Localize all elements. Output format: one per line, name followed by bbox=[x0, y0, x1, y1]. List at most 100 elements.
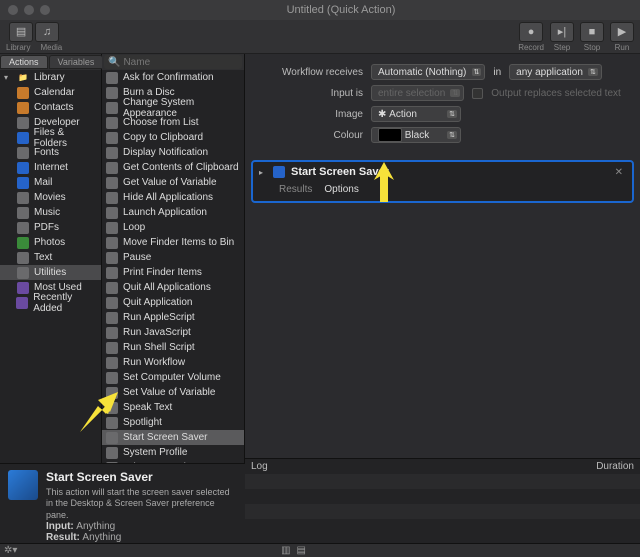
sidebar-item-movies[interactable]: Movies bbox=[0, 190, 101, 205]
action-item[interactable]: Change System Appearance bbox=[102, 100, 244, 115]
workflow-receives-select[interactable]: Automatic (Nothing) bbox=[371, 64, 485, 80]
action-item[interactable]: Ask for Confirmation bbox=[102, 70, 244, 85]
view-log-icon[interactable]: ▤ bbox=[297, 545, 306, 556]
sidebar-item-pdfs[interactable]: PDFs bbox=[0, 220, 101, 235]
media-button[interactable]: ♫ bbox=[35, 22, 59, 42]
action-item[interactable]: Launch Application bbox=[102, 205, 244, 220]
sidebar-item-internet[interactable]: Internet bbox=[0, 160, 101, 175]
close-icon[interactable] bbox=[8, 5, 18, 15]
action-item[interactable]: Set Value of Variable bbox=[102, 385, 244, 400]
sidebar-item-music[interactable]: Music bbox=[0, 205, 101, 220]
sidebar-item-library[interactable]: ▾ 📁 Library bbox=[0, 70, 101, 85]
action-icon bbox=[106, 372, 118, 384]
output-replaces-checkbox[interactable] bbox=[472, 88, 483, 99]
action-item[interactable]: Set Computer Volume bbox=[102, 370, 244, 385]
run-button[interactable]: ▶ bbox=[610, 22, 634, 42]
window-title: Untitled (Quick Action) bbox=[50, 4, 632, 16]
remove-action-button[interactable]: ✕ bbox=[612, 167, 626, 178]
input-is-select[interactable]: entire selection bbox=[371, 85, 464, 101]
action-item[interactable]: Pause bbox=[102, 250, 244, 265]
action-icon bbox=[106, 147, 118, 159]
action-item[interactable]: Display Notification bbox=[102, 145, 244, 160]
action-item[interactable]: Get Contents of Clipboard bbox=[102, 160, 244, 175]
minimize-icon[interactable] bbox=[24, 5, 34, 15]
sidebar-item-photos[interactable]: Photos bbox=[0, 235, 101, 250]
disclosure-icon[interactable]: ▸ bbox=[259, 168, 267, 177]
action-start-screen-saver[interactable]: ▸ Start Screen Saver ✕ Results Options bbox=[251, 160, 634, 203]
sidebar-item-text[interactable]: Text bbox=[0, 250, 101, 265]
action-icon bbox=[106, 102, 118, 114]
sidebar-item-utilities[interactable]: Utilities bbox=[0, 265, 101, 280]
sidebar-item-recently-added[interactable]: Recently Added bbox=[0, 295, 101, 310]
colour-select[interactable]: Black bbox=[371, 127, 461, 143]
action-label: Set Computer Volume bbox=[123, 372, 221, 383]
action-label: Change System Appearance bbox=[123, 97, 240, 119]
view-list-icon[interactable]: ▥ bbox=[281, 545, 290, 556]
gear-icon: ✱ bbox=[378, 109, 386, 120]
sidebar-item-label: Calendar bbox=[34, 87, 75, 98]
category-icon bbox=[17, 237, 29, 249]
sidebar-item-files-folders[interactable]: Files & Folders bbox=[0, 130, 101, 145]
bottom-bar: ✲▾ ▥ ▤ bbox=[0, 543, 640, 557]
disclosure-icon[interactable]: ▾ bbox=[4, 73, 12, 82]
gear-menu-icon[interactable]: ✲▾ bbox=[4, 545, 17, 556]
sidebar-item-calendar[interactable]: Calendar bbox=[0, 85, 101, 100]
category-icon bbox=[17, 162, 29, 174]
action-item[interactable]: Run Workflow bbox=[102, 355, 244, 370]
library-button[interactable]: ▤ bbox=[9, 22, 33, 42]
sidebar-item-contacts[interactable]: Contacts bbox=[0, 100, 101, 115]
tab-actions[interactable]: Actions bbox=[0, 55, 48, 69]
action-item[interactable]: Loop bbox=[102, 220, 244, 235]
action-item[interactable]: Quit All Applications bbox=[102, 280, 244, 295]
search-icon: 🔍 bbox=[108, 57, 120, 68]
action-item[interactable]: Print Finder Items bbox=[102, 265, 244, 280]
record-button[interactable]: ● bbox=[519, 22, 543, 42]
action-item[interactable]: Get Value of Variable bbox=[102, 175, 244, 190]
log-panel: Log Duration bbox=[245, 458, 640, 544]
category-icon bbox=[17, 117, 29, 129]
category-icon bbox=[17, 147, 29, 159]
action-item[interactable]: Copy to Clipboard bbox=[102, 130, 244, 145]
image-select[interactable]: ✱ Action bbox=[371, 106, 461, 122]
stop-button[interactable]: ■ bbox=[580, 22, 604, 42]
category-icon bbox=[17, 102, 29, 114]
tab-variables[interactable]: Variables bbox=[49, 55, 104, 69]
tab-results[interactable]: Results bbox=[279, 184, 312, 195]
action-item[interactable]: Start Screen Saver bbox=[102, 430, 244, 445]
window-controls[interactable] bbox=[8, 5, 50, 15]
action-item[interactable]: Run JavaScript bbox=[102, 325, 244, 340]
sidebar-item-label: Internet bbox=[34, 162, 68, 173]
sidebar-item-mail[interactable]: Mail bbox=[0, 175, 101, 190]
folder-icon: 📁 bbox=[17, 72, 29, 84]
sidebar-item-label: Library bbox=[34, 72, 65, 83]
media-label: Media bbox=[40, 43, 62, 52]
action-large-icon bbox=[8, 470, 38, 500]
category-icon bbox=[17, 267, 29, 279]
action-item[interactable]: Move Finder Items to Bin bbox=[102, 235, 244, 250]
zoom-icon[interactable] bbox=[40, 5, 50, 15]
action-label: Move Finder Items to Bin bbox=[123, 237, 234, 248]
action-icon bbox=[106, 237, 118, 249]
step-button[interactable]: ▸| bbox=[550, 22, 574, 42]
category-icon bbox=[17, 207, 29, 219]
action-label: Quit Application bbox=[123, 297, 193, 308]
application-select[interactable]: any application bbox=[509, 64, 602, 80]
action-item[interactable]: System Profile bbox=[102, 445, 244, 460]
colour-swatch bbox=[378, 128, 402, 142]
action-item[interactable]: Spotlight bbox=[102, 415, 244, 430]
action-icon bbox=[106, 192, 118, 204]
action-label: Launch Application bbox=[123, 207, 207, 218]
category-icon bbox=[17, 87, 29, 99]
action-item[interactable]: Quit Application bbox=[102, 295, 244, 310]
tab-options[interactable]: Options bbox=[324, 184, 358, 195]
action-label: Ask for Confirmation bbox=[123, 72, 214, 83]
action-item[interactable]: Speak Text bbox=[102, 400, 244, 415]
search-input[interactable]: 🔍 Name bbox=[104, 55, 242, 69]
sidebar-item-label: Files & Folders bbox=[34, 127, 97, 149]
action-item[interactable]: Run AppleScript bbox=[102, 310, 244, 325]
workflow-canvas[interactable]: ▸ Start Screen Saver ✕ Results Options bbox=[245, 154, 640, 458]
sidebar-item-label: Utilities bbox=[34, 267, 66, 278]
action-item[interactable]: Hide All Applications bbox=[102, 190, 244, 205]
action-item[interactable]: Run Shell Script bbox=[102, 340, 244, 355]
action-icon bbox=[106, 252, 118, 264]
